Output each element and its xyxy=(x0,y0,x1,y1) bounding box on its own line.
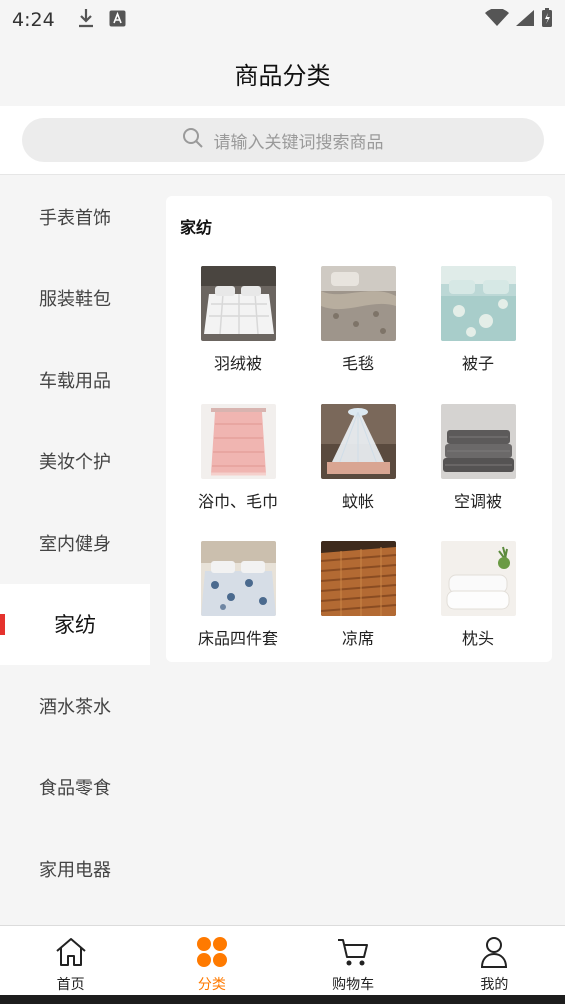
sidebar-item-indoor-fitness[interactable]: 室内健身 xyxy=(0,502,150,584)
nav-home[interactable]: 首页 xyxy=(0,926,141,995)
cart-icon xyxy=(336,936,370,972)
subcategory-bath-towel[interactable]: 浴巾、毛巾 xyxy=(178,403,298,542)
subcategory-summer-quilt[interactable]: 空调被 xyxy=(418,403,538,542)
summer-quilt-image xyxy=(440,403,516,479)
status-time: 4:24 xyxy=(12,9,55,31)
sidebar-item-car-supplies[interactable]: 车载用品 xyxy=(0,339,150,421)
sidebar-item-home-textiles[interactable]: 家纺 xyxy=(0,583,150,665)
category-title: 家纺 xyxy=(180,218,213,237)
category-icon xyxy=(195,936,229,972)
pillow-image xyxy=(440,541,516,616)
subcategory-blanket[interactable]: 毛毯 xyxy=(298,266,418,404)
down-quilt-image xyxy=(200,266,276,341)
header: 商品分类 xyxy=(0,40,565,106)
summer-mat-image xyxy=(320,541,396,616)
search-area: 请输入关键词搜索商品 xyxy=(0,106,565,175)
bath-towel-image xyxy=(200,403,276,479)
sidebar-item-watches-jewelry[interactable]: 手表首饰 xyxy=(0,176,150,258)
blanket-image xyxy=(320,266,396,341)
category-sidebar: 手表首饰 服装鞋包 车载用品 美妆个护 室内健身 家纺 酒水茶水 食品零食 家用… xyxy=(0,176,150,925)
quilt-image xyxy=(440,266,516,341)
subcategory-summer-mat[interactable]: 凉席 xyxy=(298,541,418,679)
signal-icon xyxy=(515,9,535,31)
page-title: 商品分类 xyxy=(234,61,331,90)
nav-cart[interactable]: 购物车 xyxy=(283,926,424,995)
font-a-icon xyxy=(109,10,126,31)
download-icon xyxy=(77,8,95,32)
status-bar: 4:24 xyxy=(0,0,565,40)
nav-profile[interactable]: 我的 xyxy=(424,926,565,995)
bottom-nav: 首页 分类 购物车 我的 xyxy=(0,925,565,995)
subcategory-quilt[interactable]: 被子 xyxy=(418,266,538,404)
search-input[interactable]: 请输入关键词搜索商品 xyxy=(21,118,544,162)
battery-charging-icon xyxy=(541,8,553,32)
category-card: 家纺 羽绒被 毛毯 被子 浴巾、毛巾 蚊帐 空调被 床品四件套 凉席 枕头 xyxy=(166,196,552,662)
user-icon xyxy=(477,936,511,972)
sidebar-item-food-snacks[interactable]: 食品零食 xyxy=(0,747,150,829)
sidebar-item-home-appliances[interactable]: 家用电器 xyxy=(0,828,150,910)
home-icon xyxy=(54,936,88,972)
wifi-icon xyxy=(485,8,509,31)
subcategory-bedding-set[interactable]: 床品四件套 xyxy=(178,541,298,679)
subcategory-mosquito-net[interactable]: 蚊帐 xyxy=(298,403,418,542)
sidebar-item-clothing-shoes-bags[interactable]: 服装鞋包 xyxy=(0,258,150,340)
search-icon xyxy=(182,127,204,153)
subcategory-pillow[interactable]: 枕头 xyxy=(418,541,538,679)
subcategory-down-quilt[interactable]: 羽绒被 xyxy=(178,266,298,404)
subcategory-grid: 羽绒被 毛毯 被子 浴巾、毛巾 蚊帐 空调被 床品四件套 凉席 枕头 xyxy=(166,266,552,679)
system-nav-bar xyxy=(0,995,565,1004)
search-placeholder: 请输入关键词搜索商品 xyxy=(213,132,384,153)
nav-category[interactable]: 分类 xyxy=(141,926,282,995)
category-content: 家纺 羽绒被 毛毯 被子 浴巾、毛巾 蚊帐 空调被 床品四件套 凉席 枕头 xyxy=(150,176,565,925)
sidebar-item-beauty-care[interactable]: 美妆个护 xyxy=(0,421,150,503)
bedding-set-image xyxy=(200,541,276,616)
mosquito-net-image xyxy=(320,403,396,479)
sidebar-item-drinks-tea[interactable]: 酒水茶水 xyxy=(0,665,150,747)
